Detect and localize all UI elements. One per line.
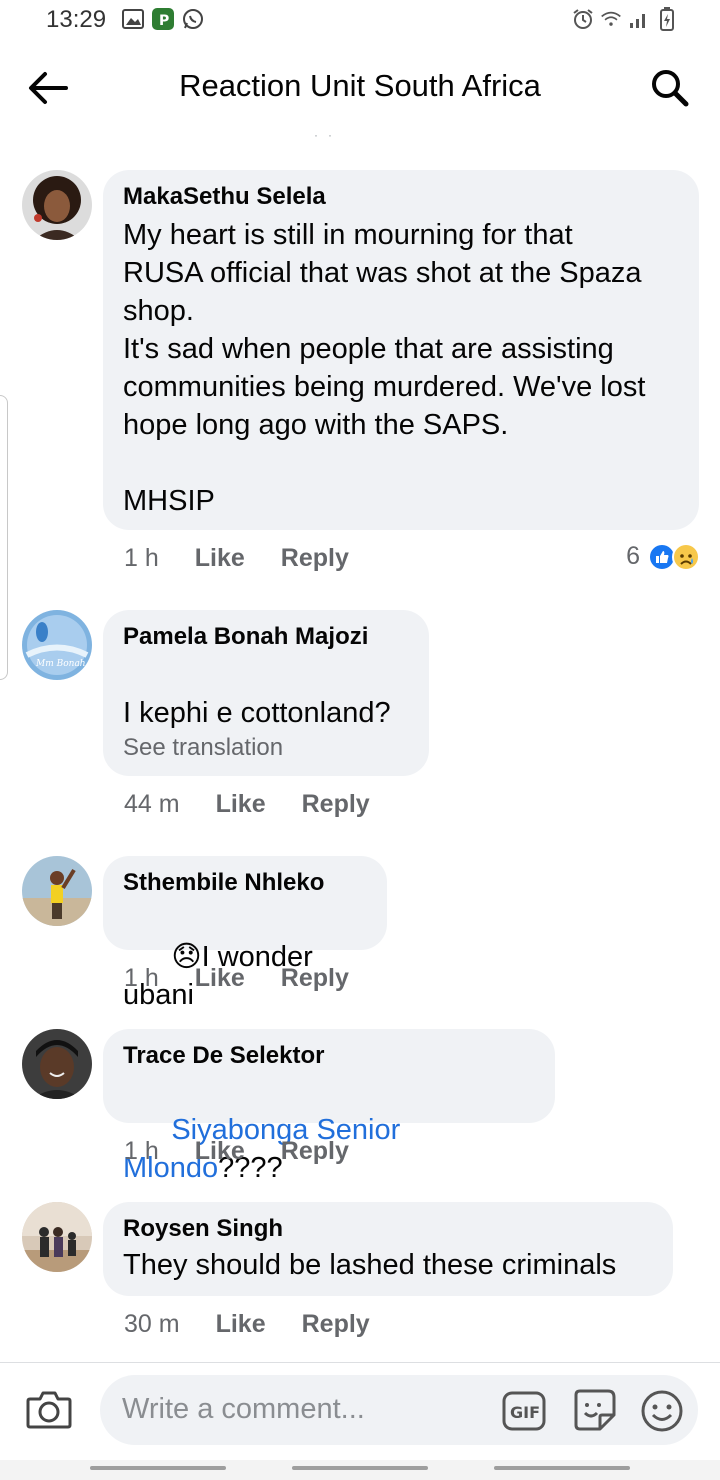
comment-author[interactable]: Roysen Singh bbox=[123, 1214, 653, 1244]
reply-button[interactable]: Reply bbox=[302, 790, 370, 819]
comment-composer: Write a comment... GIF bbox=[0, 1362, 720, 1460]
nav-home-handle[interactable] bbox=[292, 1466, 428, 1470]
comment-text: My heart is still in mourning for that R… bbox=[123, 219, 646, 517]
gif-icon: GIF bbox=[502, 1391, 546, 1431]
reply-button[interactable]: Reply bbox=[281, 544, 349, 573]
avatar[interactable] bbox=[22, 856, 92, 926]
status-right-icons bbox=[572, 7, 678, 31]
comment-time[interactable]: 30 m bbox=[124, 1310, 180, 1339]
search-icon bbox=[652, 70, 689, 107]
avatar[interactable] bbox=[22, 170, 92, 240]
status-bar: 13:29 P bbox=[0, 0, 720, 42]
like-button[interactable]: Like bbox=[216, 1310, 266, 1339]
comment-text: They should be lashed these criminals bbox=[123, 1249, 617, 1281]
like-button[interactable]: Like bbox=[195, 544, 245, 573]
avatar[interactable] bbox=[22, 1029, 92, 1099]
gallery-icon bbox=[122, 8, 144, 30]
comment-actions: 1 h Like Reply bbox=[124, 964, 349, 993]
status-left-icons: P bbox=[122, 8, 204, 30]
sticker-button[interactable] bbox=[570, 1389, 618, 1433]
comment-bubble: Trace De Selektor Siyabonga Senior Mlond… bbox=[103, 1029, 555, 1184]
battery-icon bbox=[656, 7, 678, 31]
comment-time[interactable]: 44 m bbox=[124, 790, 180, 819]
comment-input-placeholder: Write a comment... bbox=[122, 1393, 365, 1425]
comment-author[interactable]: MakaSethu Selela bbox=[123, 182, 679, 212]
comment-bubble: Sthembile Nhleko 😞I wonder ubani bbox=[103, 856, 387, 1011]
app-icon: P bbox=[152, 8, 174, 30]
comment-input[interactable]: Write a comment... GIF bbox=[100, 1375, 698, 1445]
comment-author[interactable]: Trace De Selektor bbox=[123, 1041, 535, 1071]
comment-time[interactable]: 1 h bbox=[124, 1137, 159, 1166]
emoji-icon bbox=[641, 1390, 683, 1432]
svg-text:P: P bbox=[159, 13, 169, 29]
app-header: Reaction Unit South Africa ·· bbox=[0, 42, 720, 142]
whatsapp-icon bbox=[182, 8, 204, 30]
wifi-icon bbox=[600, 8, 622, 30]
emoji-button[interactable] bbox=[640, 1389, 684, 1433]
edge-panel-handle[interactable] bbox=[0, 395, 8, 680]
scroll-indicator: ·· bbox=[314, 128, 342, 142]
camera-button[interactable] bbox=[26, 1389, 74, 1437]
comment-bubble: Roysen Singh They should be lashed these… bbox=[103, 1202, 673, 1296]
comment-author[interactable]: Pamela Bonah Majozi bbox=[123, 622, 409, 652]
comment-actions: 30 m Like Reply bbox=[124, 1310, 370, 1339]
like-button[interactable]: Like bbox=[195, 964, 245, 993]
nav-back-handle[interactable] bbox=[494, 1466, 630, 1470]
reply-button[interactable]: Reply bbox=[281, 1137, 349, 1166]
svg-text:Mm Bonah: Mm Bonah bbox=[35, 659, 86, 669]
page-title: Reaction Unit South Africa bbox=[179, 68, 541, 103]
sad-reaction-icon bbox=[672, 542, 700, 571]
avatar[interactable]: Mm Bonah bbox=[22, 610, 92, 680]
system-nav-bar bbox=[0, 1460, 720, 1480]
comment-actions: 1 h Like Reply bbox=[124, 1137, 349, 1166]
avatar[interactable] bbox=[22, 1202, 92, 1272]
comment-time[interactable]: 1 h bbox=[124, 964, 159, 993]
like-button[interactable]: Like bbox=[195, 1137, 245, 1166]
comment-author[interactable]: Sthembile Nhleko bbox=[123, 868, 367, 898]
comment-bubble: MakaSethu Selela My heart is still in mo… bbox=[103, 170, 699, 530]
comment-bubble: Pamela Bonah Majozi I kephi e cottonland… bbox=[103, 610, 429, 776]
camera-icon bbox=[26, 1391, 72, 1429]
gif-button[interactable]: GIF bbox=[502, 1391, 546, 1431]
gif-label: GIF bbox=[510, 1403, 540, 1422]
comment-actions: 1 h Like Reply bbox=[124, 544, 349, 573]
reaction-summary[interactable]: 6 bbox=[626, 542, 700, 571]
like-button[interactable]: Like bbox=[216, 790, 266, 819]
reaction-count: 6 bbox=[626, 542, 640, 570]
comment-time[interactable]: 1 h bbox=[124, 544, 159, 573]
sticker-icon bbox=[574, 1389, 616, 1431]
comment-text: I kephi e cottonland? bbox=[123, 697, 391, 729]
search-button[interactable] bbox=[646, 64, 694, 112]
see-translation-link[interactable]: See translation bbox=[123, 732, 409, 764]
alarm-icon bbox=[572, 8, 594, 30]
reply-button[interactable]: Reply bbox=[302, 1310, 370, 1339]
reply-button[interactable]: Reply bbox=[281, 964, 349, 993]
comment-actions: 44 m Like Reply bbox=[124, 790, 370, 819]
nav-recents-handle[interactable] bbox=[90, 1466, 226, 1470]
status-time: 13:29 bbox=[46, 6, 107, 33]
signal-icon bbox=[628, 8, 650, 30]
